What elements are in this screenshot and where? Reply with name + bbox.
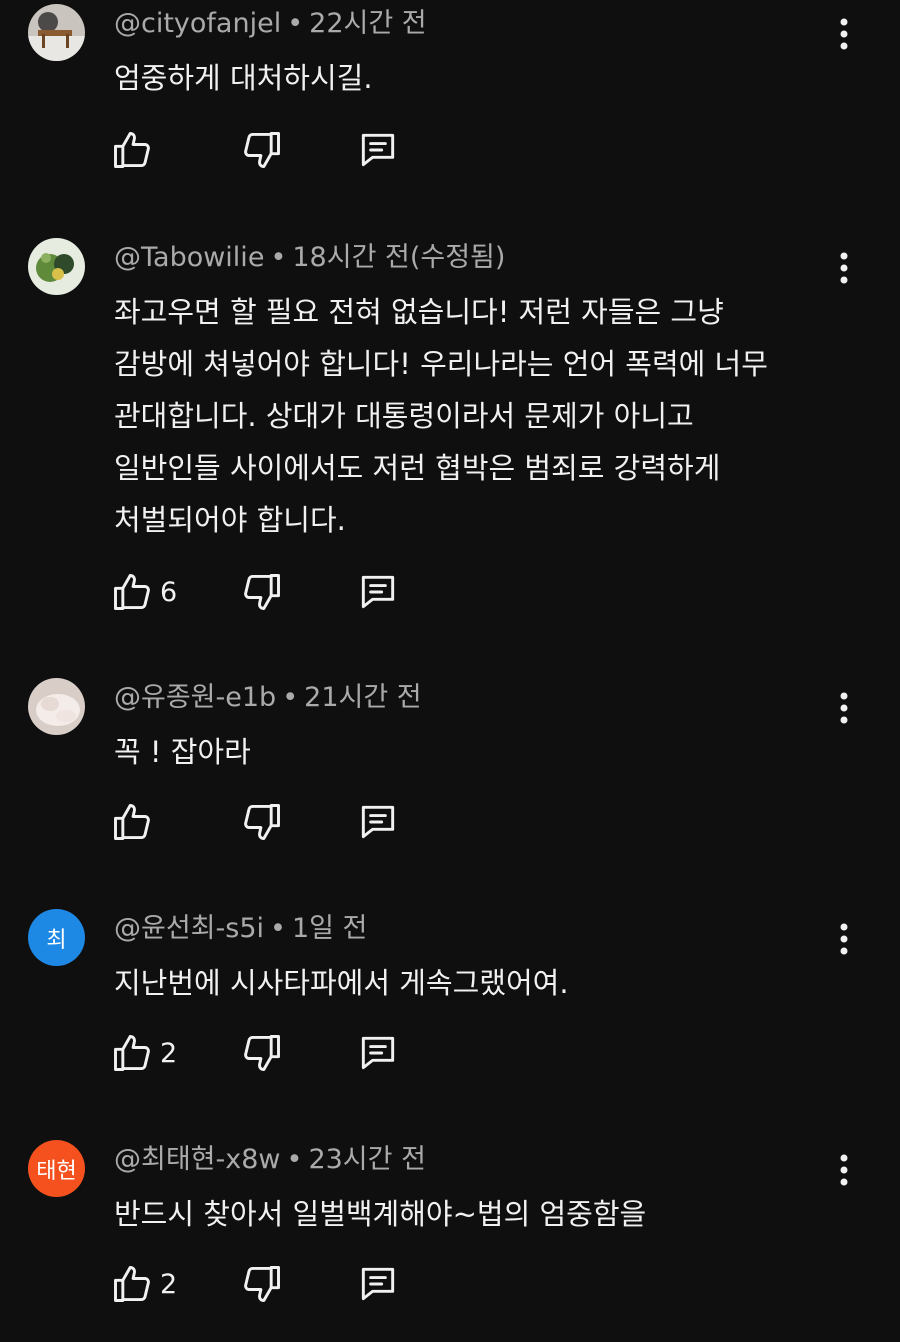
thumbs-down-icon	[244, 132, 280, 168]
comment-text: 반드시 찾아서 일벌백계해야~법의 엄중함을	[114, 1197, 647, 1231]
reply-button[interactable]	[356, 568, 400, 616]
avatar[interactable]	[28, 238, 85, 295]
reply-comment-icon	[361, 1036, 395, 1070]
user-photo-avatar	[28, 238, 85, 295]
like-count: 2	[160, 1037, 178, 1069]
comment-meta: @최태현-x8w • 23시간 전	[114, 1140, 426, 1180]
comment-username[interactable]: @cityofanjel	[114, 8, 281, 39]
like-button[interactable]	[110, 126, 160, 174]
comment-text: 지난번에 시사타파에서 게속그랬어여.	[114, 966, 569, 1000]
reply-comment-icon	[361, 1267, 395, 1301]
comment-actions: 2	[110, 1029, 430, 1077]
thumbs-down-icon	[244, 574, 280, 610]
reply-button[interactable]	[356, 1260, 400, 1308]
comment-time: 18시간 전(수정됨)	[292, 242, 506, 273]
avatar-initials: 태현	[36, 1158, 77, 1184]
reply-button[interactable]	[356, 1029, 400, 1077]
reply-comment-icon	[361, 133, 395, 167]
comment-actions: 6	[110, 568, 430, 616]
dislike-button[interactable]	[240, 126, 284, 174]
thumbs-up-icon	[114, 574, 150, 610]
meta-separator: •	[286, 1144, 303, 1175]
more-vert-icon	[840, 252, 848, 284]
more-options-button[interactable]	[826, 921, 862, 957]
reply-comment-icon	[361, 805, 395, 839]
comment-time: 1일 전	[291, 913, 368, 944]
like-button[interactable]: 6	[110, 568, 177, 616]
comment-time: 22시간 전	[309, 8, 427, 39]
reply-button[interactable]	[356, 798, 400, 846]
more-vert-icon	[840, 923, 848, 955]
dislike-button[interactable]	[240, 1260, 284, 1308]
comment-username[interactable]: @최태현-x8w	[114, 1144, 281, 1175]
thumbs-up-icon	[114, 132, 150, 168]
more-options-button[interactable]	[826, 1152, 862, 1188]
comment-actions: 2	[110, 1260, 430, 1308]
comment-username[interactable]: @Tabowilie	[114, 242, 264, 273]
more-vert-icon	[840, 1154, 848, 1186]
comment-meta: @유종원-e1b • 21시간 전	[114, 678, 422, 718]
avatar[interactable]: 최	[28, 909, 85, 966]
meta-separator: •	[282, 682, 299, 713]
comment-actions	[110, 126, 430, 174]
comment-time: 21시간 전	[304, 682, 422, 713]
comment-meta: @cityofanjel • 22시간 전	[114, 4, 427, 44]
more-options-button[interactable]	[826, 690, 862, 726]
comment-text: 좌고우면 할 필요 전혀 없습니다! 저런 자들은 그냥 감방에 쳐넣어야 합니…	[114, 295, 768, 537]
like-count: 2	[160, 1268, 178, 1300]
thumbs-up-icon	[114, 804, 150, 840]
more-vert-icon	[840, 692, 848, 724]
like-count: 6	[160, 576, 178, 608]
comment-text: 엄중하게 대처하시길.	[114, 61, 373, 95]
meta-separator: •	[270, 242, 287, 273]
like-button[interactable]: 2	[110, 1260, 177, 1308]
thumbs-up-icon	[114, 1035, 150, 1071]
more-vert-icon	[840, 18, 848, 50]
meta-separator: •	[287, 8, 304, 39]
thumbs-down-icon	[244, 1266, 280, 1302]
meta-separator: •	[270, 913, 286, 944]
avatar[interactable]	[28, 4, 85, 61]
comment-username[interactable]: @윤선최-s5i	[114, 913, 264, 944]
avatar[interactable]: 태현	[28, 1140, 85, 1197]
comment-text: 꼭 ! 잡아라	[114, 735, 251, 769]
like-button[interactable]: 2	[110, 1029, 177, 1077]
comment-meta: @윤선최-s5i • 1일 전	[114, 909, 367, 949]
more-options-button[interactable]	[826, 16, 862, 52]
comment-username[interactable]: @유종원-e1b	[114, 682, 276, 713]
comment-meta: @Tabowilie • 18시간 전(수정됨)	[114, 238, 505, 278]
dislike-button[interactable]	[240, 1029, 284, 1077]
comment-time: 23시간 전	[308, 1144, 426, 1175]
thumbs-down-icon	[244, 1035, 280, 1071]
avatar[interactable]	[28, 678, 85, 735]
dislike-button[interactable]	[240, 798, 284, 846]
thumbs-down-icon	[244, 804, 280, 840]
user-photo-avatar	[28, 4, 85, 61]
avatar-initials: 최	[46, 927, 67, 953]
reply-comment-icon	[361, 575, 395, 609]
user-photo-avatar	[28, 678, 85, 735]
more-options-button[interactable]	[826, 250, 862, 286]
reply-button[interactable]	[356, 126, 400, 174]
like-button[interactable]	[110, 798, 160, 846]
comment-actions	[110, 798, 430, 846]
dislike-button[interactable]	[240, 568, 284, 616]
thumbs-up-icon	[114, 1266, 150, 1302]
